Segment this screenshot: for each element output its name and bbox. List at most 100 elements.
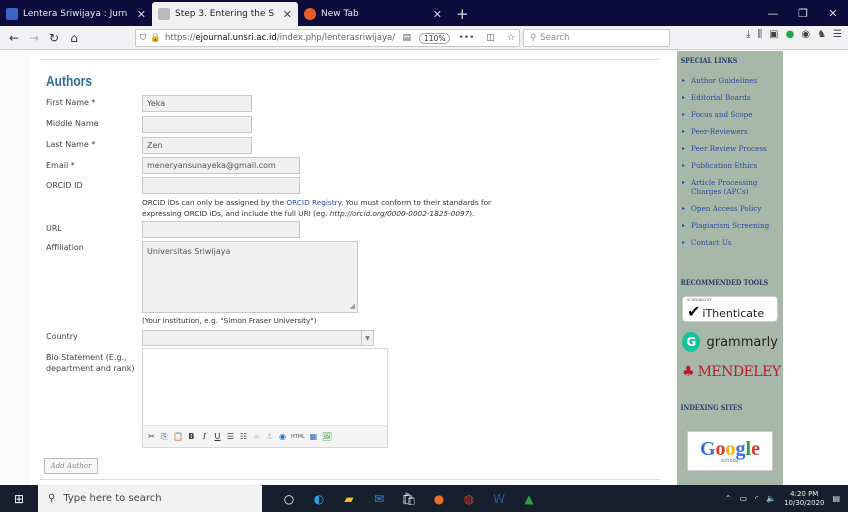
close-icon[interactable]: ✕ — [433, 8, 442, 21]
add-author-button[interactable]: Add Author — [44, 458, 98, 474]
sidebar-link[interactable]: Peer-Reviewers — [681, 127, 783, 136]
numbered-list-icon[interactable]: ☷ — [239, 432, 248, 441]
email-field[interactable]: meneryansunayeka@gmail.com — [142, 157, 300, 174]
upload-icon[interactable]: 🖼 — [322, 432, 332, 441]
volume-icon[interactable]: 🔈 — [766, 494, 776, 503]
underline-button[interactable]: U — [213, 432, 222, 441]
copy-icon[interactable]: ⎘ — [160, 432, 169, 442]
taskbar-search-input[interactable]: ⚲ Type here to search — [38, 485, 262, 512]
reload-icon[interactable]: ↻ — [44, 31, 64, 45]
page-content: Authors First Name * Yeka Middle Name La… — [0, 51, 848, 485]
grammarly-logo[interactable]: G grammarly — [682, 328, 778, 356]
special-links-list: Author Guidelines Editorial Boards Focus… — [677, 70, 783, 247]
menu-icon[interactable]: ☰ — [833, 29, 842, 40]
url-host: ejournal.unsri.ac.id — [195, 33, 277, 43]
sidebar-link[interactable]: Open Access Policy — [681, 204, 783, 213]
app-icon[interactable]: ▲ — [514, 485, 544, 512]
wifi-icon[interactable]: ◜ — [755, 494, 758, 503]
tab-title: Step 3. Entering the Submissio — [175, 9, 274, 19]
affiliation-field[interactable]: Universitas Sriwijaya ◢ — [142, 241, 358, 313]
mendeley-logo[interactable]: ♣ MENDELEY — [682, 358, 781, 386]
word-icon[interactable]: W — [484, 485, 514, 512]
notification-icon[interactable]: ▤ — [832, 494, 840, 503]
zoom-level[interactable]: 110% — [419, 32, 451, 44]
maximize-button[interactable]: ❐ — [788, 0, 818, 26]
store-icon[interactable]: 🛍 — [394, 485, 424, 512]
cut-icon[interactable]: ✂ — [147, 432, 156, 441]
minimize-button[interactable]: — — [758, 0, 788, 26]
country-select[interactable]: ▼ — [142, 330, 374, 346]
download-icon[interactable]: ⤓ — [746, 29, 750, 40]
ithenticate-logo[interactable]: SCREENED BY ✔ iThenticate — [682, 296, 778, 322]
reader-view-icon[interactable]: ▤ — [399, 33, 416, 43]
battery-icon[interactable]: ▭ — [739, 494, 747, 503]
page-actions-icon[interactable]: ••• — [454, 33, 478, 43]
bio-statement-label: Bio Statement (E.g., department and rank… — [46, 353, 135, 373]
chevron-up-icon[interactable]: ⌃ — [725, 494, 732, 503]
affiliation-help-text: (Your institution, e.g. "Simon Fraser Un… — [142, 316, 317, 325]
unlink-icon[interactable]: ⚓ — [265, 432, 274, 441]
sidebar-link[interactable]: Author Guidelines — [681, 76, 783, 85]
grammarly-icon: G — [682, 332, 701, 352]
sidebar-link[interactable]: Contact Us — [681, 238, 783, 247]
pocket-icon[interactable]: ◫ — [482, 33, 499, 43]
extension2-icon[interactable]: ♞ — [817, 29, 826, 40]
close-icon[interactable]: ✕ — [137, 8, 146, 21]
sidebar-link[interactable]: Publication Ethics — [681, 161, 783, 170]
google-scholar-logo[interactable]: Google scholar — [687, 431, 773, 471]
indexing-sites-heading: INDEXING SITES — [680, 403, 743, 412]
first-name-field[interactable]: Yeka — [142, 95, 252, 112]
bold-button[interactable]: B — [187, 432, 196, 441]
mail-icon[interactable]: ✉ — [364, 485, 394, 512]
cortana-icon[interactable]: ○ — [274, 485, 304, 512]
tab-lentera[interactable]: Lentera Sriwijaya : Jurnal Ilmia ✕ — [0, 2, 152, 26]
tab-new[interactable]: New Tab ✕ — [298, 2, 448, 26]
orcid-registry-link[interactable]: ORCID Registry — [286, 198, 340, 207]
clock[interactable]: 4:20 PM 10/30/2020 — [784, 490, 824, 508]
bookmark-star-icon[interactable]: ☆ — [503, 33, 519, 43]
new-tab-button[interactable]: + — [448, 2, 477, 26]
link-icon[interactable]: ∞ — [252, 432, 261, 441]
account-icon[interactable]: ◉ — [801, 29, 810, 40]
url-bar[interactable]: ⛉ 🔒 https://ejournal.unsri.ac.id/index.p… — [135, 29, 520, 47]
sidebar-icon[interactable]: ▣ — [769, 29, 778, 40]
tab-step3[interactable]: Step 3. Entering the Submissio ✕ — [152, 2, 298, 26]
sidebar-link[interactable]: Peer Review Process — [681, 144, 783, 153]
file-explorer-icon[interactable]: ▰ — [334, 485, 364, 512]
search-input[interactable]: ⚲ Search — [523, 29, 670, 47]
sidebar-link[interactable]: Focus and Scope — [681, 110, 783, 119]
search-icon: ⚲ — [530, 33, 537, 43]
middle-name-field[interactable] — [142, 116, 252, 133]
country-label: Country — [46, 332, 78, 341]
last-name-field[interactable]: Zen — [142, 137, 252, 154]
anchor-icon[interactable]: ◉ — [278, 432, 287, 441]
orcid-field[interactable] — [142, 177, 300, 194]
back-icon[interactable]: ← — [4, 31, 24, 45]
edge-icon[interactable]: ◐ — [304, 485, 334, 512]
sidebar-link[interactable]: Editorial Boards — [681, 93, 783, 102]
shield-icon: ⛉ — [140, 33, 147, 43]
home-icon[interactable]: ⌂ — [64, 31, 84, 45]
url-label: URL — [46, 224, 62, 233]
image-icon[interactable]: ▦ — [309, 432, 318, 441]
close-icon[interactable]: ✕ — [283, 8, 292, 21]
close-window-button[interactable]: ✕ — [818, 0, 848, 26]
bio-statement-editor[interactable]: ✂ ⎘ 📋 B I U ☰ ☷ ∞ ⚓ ◉ HTML ▦ 🖼 — [142, 348, 388, 448]
sidebar-link[interactable]: Article Processing Charges (APCs) — [681, 178, 783, 196]
html-source-button[interactable]: HTML — [291, 434, 305, 440]
orcid-example: http://orcid.org/0000-0002-1825-0097 — [329, 209, 470, 218]
bullet-list-icon[interactable]: ☰ — [226, 432, 235, 441]
app-icon[interactable]: ◍ — [454, 485, 484, 512]
forward-icon[interactable]: → — [24, 31, 44, 45]
paste-icon[interactable]: 📋 — [173, 432, 183, 441]
sidebar-link[interactable]: Plagiarism Screening — [681, 221, 783, 230]
resize-handle-icon[interactable]: ◢ — [350, 302, 355, 310]
extension-icon[interactable]: ● — [786, 29, 795, 40]
library-icon[interactable]: ⫼ — [758, 29, 763, 40]
affiliation-label: Affiliation — [46, 243, 84, 252]
url-field[interactable] — [142, 221, 300, 238]
windows-start-icon[interactable]: ⊞ — [0, 485, 38, 512]
chevron-down-icon: ▼ — [361, 331, 373, 345]
firefox-icon[interactable]: ● — [424, 485, 454, 512]
italic-button[interactable]: I — [200, 432, 209, 441]
